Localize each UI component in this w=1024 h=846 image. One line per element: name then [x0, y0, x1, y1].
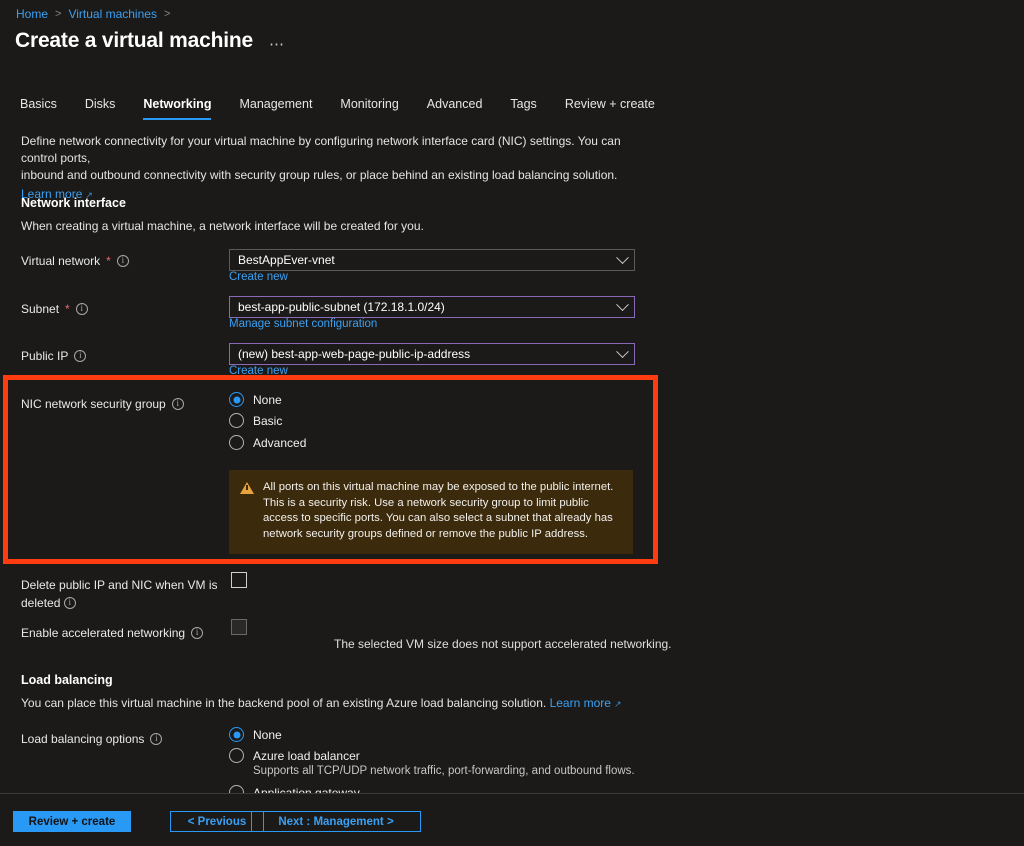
virtual-network-dropdown[interactable]: BestAppEver-vnet — [229, 249, 635, 271]
nic-nsg-option-advanced[interactable]: Advanced — [229, 435, 306, 450]
virtual-network-create-new-link[interactable]: Create new — [229, 271, 288, 283]
virtual-network-label: Virtual network * — [21, 253, 221, 270]
nic-nsg-option-none-label: None — [253, 392, 282, 407]
security-warning-callout: All ports on this virtual machine may be… — [229, 470, 633, 554]
load-balancing-option-azure-lb[interactable]: Azure load balancer — [229, 748, 360, 763]
nic-nsg-option-advanced-label: Advanced — [253, 435, 307, 450]
public-ip-label-text: Public IP — [21, 349, 69, 363]
accelerated-networking-label-text: Enable accelerated networking — [21, 626, 186, 640]
nic-nsg-label-text: NIC network security group — [21, 397, 166, 411]
tab-advanced[interactable]: Advanced — [413, 97, 497, 120]
delete-public-ip-label: Delete public IP and NIC when VM is dele… — [21, 576, 226, 612]
network-interface-heading: Network interface — [21, 196, 126, 210]
load-balancing-option-none[interactable]: None — [229, 727, 282, 742]
delete-public-ip-label-line-2: deleted — [21, 596, 61, 610]
nic-nsg-option-none[interactable]: None — [229, 392, 282, 407]
breadcrumb-virtual-machines[interactable]: Virtual machines — [68, 7, 157, 21]
previous-button[interactable]: < Previous — [170, 811, 264, 832]
load-balancing-option-azure-lb-desc: Supports all TCP/UDP network traffic, po… — [253, 765, 635, 777]
warning-triangle-icon — [240, 482, 254, 494]
required-marker: * — [65, 302, 70, 316]
chevron-right-icon: > — [163, 8, 171, 20]
breadcrumb-home[interactable]: Home — [16, 7, 48, 21]
tab-basics[interactable]: Basics — [20, 97, 71, 120]
load-balancing-options-label-text: Load balancing options — [21, 732, 145, 746]
info-icon[interactable] — [150, 732, 163, 745]
subnet-value: best-app-public-subnet (172.18.1.0/24) — [238, 300, 445, 314]
radio-icon — [229, 435, 244, 450]
wizard-tabs: Basics Disks Networking Management Monit… — [20, 97, 669, 120]
breadcrumb: Home > Virtual machines > — [16, 7, 170, 21]
load-balancing-option-none-label: None — [253, 727, 282, 742]
radio-icon — [229, 748, 244, 763]
info-icon[interactable] — [74, 349, 87, 362]
intro-description: Define network connectivity for your vir… — [21, 133, 636, 204]
tab-monitoring[interactable]: Monitoring — [326, 97, 412, 120]
network-interface-subtext: When creating a virtual machine, a netwo… — [21, 219, 424, 233]
tab-disks[interactable]: Disks — [71, 97, 130, 120]
nic-nsg-label: NIC network security group — [21, 396, 221, 413]
manage-subnet-configuration-link[interactable]: Manage subnet configuration — [229, 318, 377, 330]
delete-public-ip-checkbox[interactable] — [231, 572, 247, 588]
info-icon[interactable] — [171, 397, 184, 410]
load-balancing-subtext: You can place this virtual machine in th… — [21, 696, 622, 710]
intro-line-1: Define network connectivity for your vir… — [21, 134, 621, 165]
virtual-network-label-text: Virtual network — [21, 254, 101, 268]
delete-public-ip-label-line-1: Delete public IP and NIC when VM is — [21, 578, 218, 592]
load-balancing-subtext-text: You can place this virtual machine in th… — [21, 696, 547, 710]
more-options-icon[interactable]: ⋯ — [269, 30, 285, 53]
title-row: Create a virtual machine ⋯ — [15, 29, 285, 53]
public-ip-dropdown[interactable]: (new) best-app-web-page-public-ip-addres… — [229, 343, 635, 365]
subnet-dropdown[interactable]: best-app-public-subnet (172.18.1.0/24) — [229, 296, 635, 318]
intro-line-2: inbound and outbound connectivity with s… — [21, 168, 618, 182]
accelerated-networking-note: The selected VM size does not support ac… — [334, 637, 672, 651]
subnet-label: Subnet * — [21, 301, 221, 318]
info-icon[interactable] — [191, 626, 204, 639]
load-balancing-options-label: Load balancing options — [21, 731, 221, 748]
review-create-button[interactable]: Review + create — [13, 811, 131, 832]
radio-icon — [229, 413, 244, 428]
virtual-network-value: BestAppEver-vnet — [238, 253, 335, 267]
tab-review-create[interactable]: Review + create — [551, 97, 669, 120]
load-balancing-option-azure-lb-label: Azure load balancer — [253, 748, 360, 763]
nic-nsg-option-basic-label: Basic — [253, 413, 283, 428]
create-vm-page: Home > Virtual machines > Create a virtu… — [0, 0, 1024, 846]
chevron-down-icon — [616, 344, 629, 358]
public-ip-label: Public IP — [21, 348, 221, 365]
info-icon[interactable] — [116, 254, 129, 267]
load-balancing-heading: Load balancing — [21, 673, 113, 687]
chevron-down-icon — [616, 250, 629, 264]
accelerated-networking-label: Enable accelerated networking — [21, 625, 221, 642]
info-icon[interactable] — [63, 596, 76, 609]
accelerated-networking-checkbox — [231, 619, 247, 635]
radio-icon — [229, 392, 244, 407]
required-marker: * — [106, 254, 111, 268]
subnet-label-text: Subnet — [21, 302, 60, 316]
next-management-button[interactable]: Next : Management > — [251, 811, 421, 832]
chevron-down-icon — [616, 297, 629, 311]
tab-networking[interactable]: Networking — [129, 97, 225, 120]
load-balancing-learn-more-link[interactable]: Learn more — [550, 696, 622, 710]
nic-nsg-option-basic[interactable]: Basic — [229, 413, 282, 428]
public-ip-create-new-link[interactable]: Create new — [229, 365, 288, 377]
chevron-right-icon: > — [55, 8, 62, 20]
radio-icon — [229, 727, 244, 742]
info-icon[interactable] — [75, 302, 88, 315]
security-warning-text: All ports on this virtual machine may be… — [263, 481, 614, 540]
page-title: Create a virtual machine — [15, 29, 253, 52]
public-ip-value: (new) best-app-web-page-public-ip-addres… — [238, 347, 471, 361]
delete-public-ip-label-text: Delete public IP and NIC when VM is dele… — [21, 576, 226, 612]
footer-bar — [0, 794, 1024, 846]
tab-management[interactable]: Management — [225, 97, 326, 120]
tab-tags[interactable]: Tags — [496, 97, 550, 120]
